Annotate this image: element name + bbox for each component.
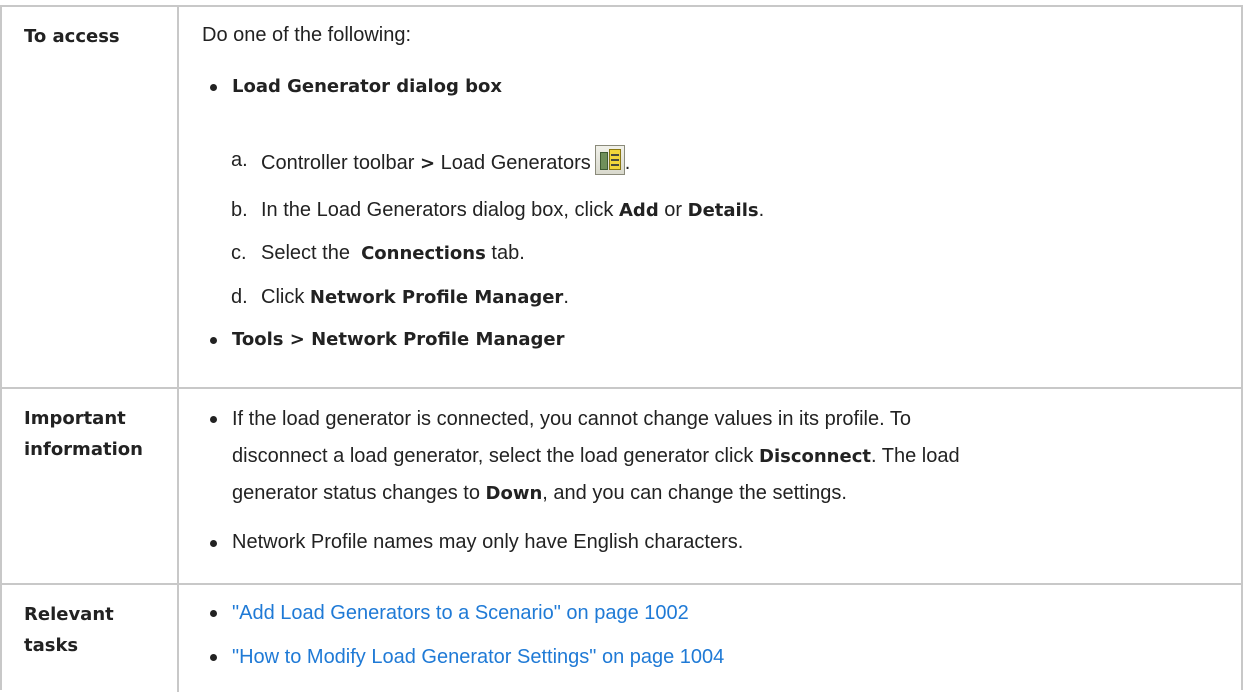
- step-b: In the Load Generators dialog box, click…: [261, 195, 764, 226]
- link-add-load-generators[interactable]: "Add Load Generators to a Scenario" on p…: [232, 598, 689, 628]
- important-disconnect: Disconnect: [759, 446, 871, 467]
- step-b-end: .: [758, 199, 765, 221]
- step-letter-b: b.: [231, 199, 248, 221]
- content-cell-tasks: "Add Load Generators to a Scenario" on p…: [179, 585, 1241, 692]
- bullet-icon: [210, 337, 217, 344]
- step-d: Click Network Profile Manager.: [261, 282, 569, 313]
- info-table: To access Do one of the following: Load …: [0, 5, 1243, 692]
- step-d-end: .: [563, 286, 569, 308]
- bullet-icon: [210, 654, 217, 661]
- label-cell-important: Important information: [2, 389, 179, 583]
- step-a-sep: >: [419, 153, 436, 174]
- row-label-important-line2: information: [24, 439, 143, 460]
- bullet-icon: [210, 540, 217, 547]
- row-to-access: To access Do one of the following: Load …: [2, 7, 1241, 387]
- row-label-tasks-line2: tasks: [24, 635, 79, 656]
- important-line2-end: . The load: [870, 445, 960, 467]
- step-c-text2: tab.: [491, 242, 525, 264]
- step-b-text1: In the Load Generators dialog box, click: [261, 199, 614, 221]
- row-label-important-line1: Important: [24, 408, 126, 429]
- bullet-icon: [210, 84, 217, 91]
- row-label-tasks-line1: Relevant: [24, 604, 114, 625]
- content-cell-to-access: Do one of the following: Load Generator …: [179, 7, 1241, 387]
- content-cell-important: If the load generator is connected, you …: [179, 389, 1241, 583]
- bullet-icon: [210, 610, 217, 617]
- important-down: Down: [485, 483, 543, 504]
- step-b-details: Details: [687, 200, 759, 221]
- load-generators-icon: [594, 145, 625, 175]
- access-option-dialog: Load Generator dialog box: [232, 76, 503, 97]
- important-bullet2: Network Profile names may only have Engl…: [232, 531, 744, 553]
- step-letter-d: d.: [231, 286, 248, 308]
- row-important-information: Important information If the load genera…: [2, 387, 1241, 583]
- step-a-end: .: [624, 152, 631, 174]
- label-cell-tasks: Relevant tasks: [2, 585, 179, 692]
- step-b-add: Add: [619, 200, 659, 221]
- link-modify-load-generator-settings[interactable]: "How to Modify Load Generator Settings" …: [232, 642, 724, 672]
- step-letter-a: a.: [231, 149, 248, 171]
- step-d-text1: Click: [261, 286, 305, 308]
- label-cell-to-access: To access: [2, 7, 179, 387]
- step-a-text2: Load Generators: [440, 152, 591, 174]
- row-relevant-tasks: Relevant tasks "Add Load Generators to a…: [2, 583, 1241, 692]
- important-bullet1-line1: If the load generator is connected, you …: [232, 408, 911, 430]
- step-a-text1: Controller toolbar: [261, 152, 415, 174]
- step-c: Select the Connections tab.: [261, 238, 525, 269]
- step-letter-c: c.: [231, 242, 247, 264]
- important-bullet1-line3: generator status changes to Down, and yo…: [232, 478, 847, 509]
- row-label-important: Important information: [24, 403, 143, 465]
- row-label-to-access: To access: [24, 26, 120, 47]
- important-line2-text: disconnect a load generator, select the …: [232, 445, 754, 467]
- important-bullet1-line2: disconnect a load generator, select the …: [232, 441, 960, 472]
- step-c-connections: Connections: [361, 243, 486, 264]
- important-line3-end: , and you can change the settings.: [542, 482, 847, 504]
- bullet-icon: [210, 416, 217, 423]
- row-label-tasks: Relevant tasks: [24, 599, 114, 661]
- important-line3-text: generator status changes to: [232, 482, 480, 504]
- step-c-text1: Select the: [261, 242, 350, 264]
- step-b-or: or: [664, 199, 683, 221]
- access-intro: Do one of the following:: [202, 24, 412, 46]
- step-d-npm: Network Profile Manager: [309, 287, 564, 308]
- step-a: Controller toolbar > Load Generators.: [261, 145, 630, 179]
- access-option-tools: Tools > Network Profile Manager: [232, 329, 565, 350]
